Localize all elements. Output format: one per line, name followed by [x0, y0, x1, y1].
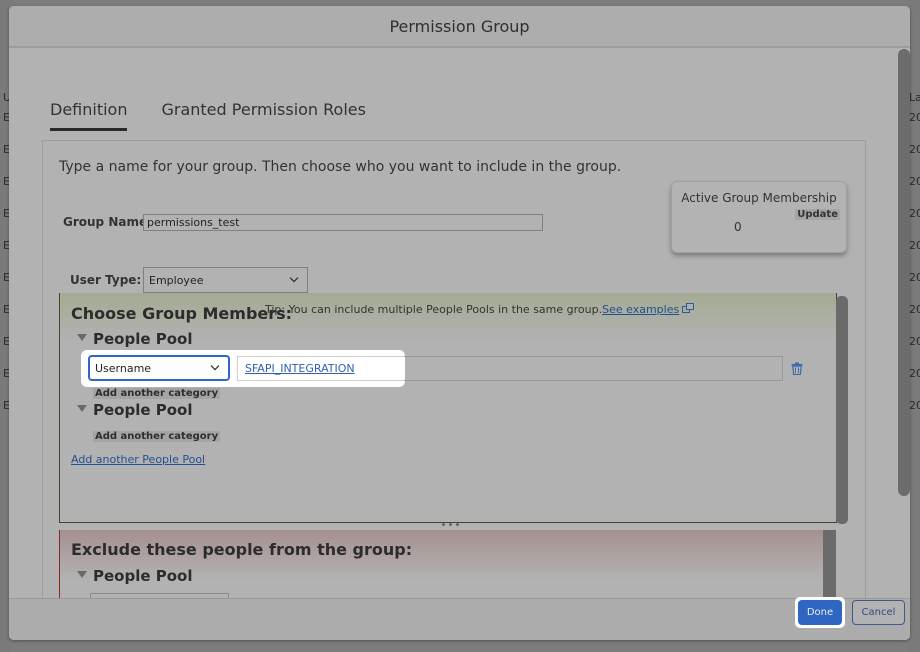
cancel-button[interactable]: Cancel — [852, 600, 905, 625]
background-cell: 20 — [909, 303, 920, 316]
background-cell: 20 — [909, 143, 920, 156]
people-pool-1-title[interactable]: People Pool — [77, 330, 193, 348]
active-group-membership-title: Active Group Membership — [681, 191, 837, 205]
add-another-category-button[interactable]: Add another category — [93, 431, 221, 442]
add-another-people-pool-link[interactable]: Add another People Pool — [71, 453, 205, 466]
dialog-scrollbar[interactable] — [898, 49, 910, 496]
criteria-value-link[interactable]: SFAPI_INTEGRATION — [245, 362, 355, 375]
active-group-membership-card: Active Group Membership Update 0 — [671, 181, 847, 253]
user-type-selected: Employee — [149, 273, 204, 287]
collapse-triangle-icon[interactable] — [77, 570, 87, 578]
tip-text: Tip: You can include multiple People Poo… — [265, 303, 695, 316]
tab-bar: Definition Granted Permission Roles — [50, 100, 400, 131]
background-cell: 20 — [909, 111, 920, 124]
background-cell: 20 — [909, 335, 920, 348]
background-column-header: La — [909, 91, 920, 104]
chevron-down-icon — [289, 277, 299, 283]
tip-message: Tip: You can include multiple People Poo… — [265, 303, 603, 316]
exclude-people-pool-label: People Pool — [93, 567, 193, 585]
tab-definition[interactable]: Definition — [50, 100, 128, 131]
external-link-icon — [682, 303, 695, 313]
background-cell: 20 — [909, 175, 920, 188]
group-name-input[interactable] — [143, 214, 543, 231]
see-examples-link[interactable]: See examples — [602, 303, 679, 316]
people-pool-1-label: People Pool — [93, 330, 193, 348]
update-button[interactable]: Update — [795, 209, 840, 220]
background-cell: 20 — [909, 239, 920, 252]
chevron-down-icon — [210, 365, 220, 371]
include-section-scrollbar[interactable] — [836, 296, 848, 524]
background-cell: 20 — [909, 399, 920, 412]
trash-icon[interactable] — [791, 362, 803, 375]
collapse-triangle-icon[interactable] — [77, 333, 87, 341]
tab-granted-permission-roles[interactable]: Granted Permission Roles — [161, 100, 365, 131]
section-resize-handle[interactable] — [442, 523, 459, 526]
people-pool-2-title[interactable]: People Pool — [77, 401, 193, 419]
dialog-footer-bar — [9, 598, 910, 640]
background-cell: 20 — [909, 271, 920, 284]
intro-text: Type a name for your group. Then choose … — [59, 159, 622, 175]
criteria-category-select[interactable]: Username — [88, 355, 230, 381]
background-table-right-column: La 20 20 20 20 20 20 20 20 20 20 — [909, 0, 920, 652]
people-pool-2-label: People Pool — [93, 401, 193, 419]
user-type-label: User Type: — [70, 273, 142, 287]
choose-group-members-heading: Choose Group Members: — [71, 304, 293, 323]
background-cell: 20 — [909, 367, 920, 380]
dialog-header: Permission Group — [9, 6, 910, 48]
user-type-select[interactable]: Employee — [143, 267, 308, 293]
group-name-label: Group Name: — [63, 215, 152, 229]
criteria-category-selected: Username — [95, 361, 152, 375]
exclude-people-pool-title[interactable]: People Pool — [77, 567, 193, 585]
active-group-membership-count: 0 — [734, 220, 742, 234]
dialog-title: Permission Group — [389, 16, 530, 36]
exclude-section-scrollbar[interactable] — [823, 530, 836, 600]
done-button[interactable]: Done — [798, 600, 842, 625]
add-another-category-button[interactable]: Add another category — [93, 388, 221, 399]
background-cell: 20 — [909, 207, 920, 220]
collapse-triangle-icon[interactable] — [77, 404, 87, 412]
exclude-heading: Exclude these people from the group: — [71, 540, 413, 559]
